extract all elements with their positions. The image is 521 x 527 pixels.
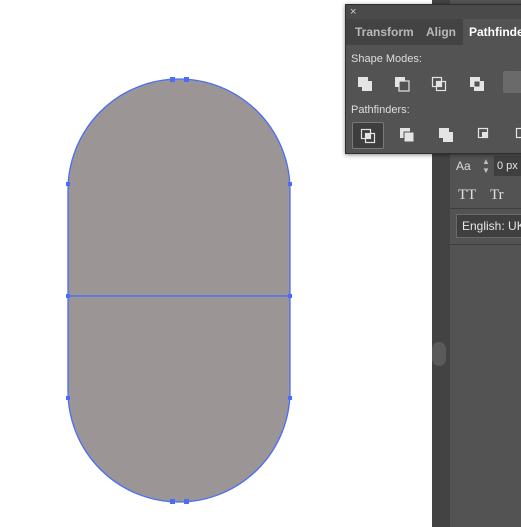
- capsule-bottom-half[interactable]: [67, 295, 291, 503]
- trim-button[interactable]: [392, 122, 422, 148]
- anchor-point: [66, 182, 70, 186]
- exclude-icon: [470, 77, 484, 91]
- anchor-point: [66, 396, 70, 400]
- exclude-button[interactable]: [462, 71, 492, 97]
- tracking-stepper[interactable]: ▲ ▼: [480, 157, 492, 177]
- unite-button[interactable]: [350, 71, 380, 97]
- anchor-point: [66, 294, 70, 298]
- anchor-point: [184, 499, 189, 504]
- tab-pathfinder[interactable]: Pathfinder: [463, 19, 521, 45]
- anchor-point: [288, 396, 292, 400]
- pathfinders-label: Pathfinders:: [351, 104, 410, 116]
- language-select[interactable]: English: UK: [456, 214, 521, 238]
- small-caps-button[interactable]: Tr: [490, 187, 504, 204]
- anchor-point: [288, 294, 292, 298]
- panel-drag-bar[interactable]: ×: [346, 5, 521, 19]
- panel-divider: [450, 244, 521, 245]
- outline-button[interactable]: [508, 122, 521, 148]
- outline-icon: [515, 127, 521, 139]
- all-caps-button[interactable]: TT: [458, 187, 476, 204]
- tracking-icon: Aa: [456, 159, 471, 173]
- trim-icon: [400, 128, 415, 143]
- divide-icon: [360, 128, 376, 144]
- divide-button[interactable]: [352, 122, 384, 149]
- tracking-row: Aa ▲ ▼ 0 px: [450, 153, 521, 183]
- minus-front-icon: [395, 77, 410, 92]
- shape-modes-label: Shape Modes:: [351, 53, 422, 65]
- anchor-point: [288, 182, 292, 186]
- tracking-input[interactable]: 0 px: [494, 156, 521, 176]
- anchor-point: [170, 499, 175, 504]
- panel-divider: [450, 208, 521, 209]
- expand-button[interactable]: [503, 71, 521, 93]
- crop-button[interactable]: [470, 122, 500, 148]
- tab-transform[interactable]: Transform: [349, 19, 420, 45]
- merge-icon: [439, 128, 453, 142]
- close-icon[interactable]: ×: [350, 5, 356, 19]
- scrollbar-thumb[interactable]: [432, 342, 446, 366]
- intersect-button[interactable]: [424, 71, 454, 97]
- crop-icon: [477, 127, 489, 139]
- unite-icon: [358, 77, 372, 91]
- anchor-point: [184, 77, 189, 82]
- panel-tab-bar: Transform Align Pathfinder: [346, 19, 521, 45]
- pathfinder-panel: × Transform Align Pathfinder Shape Modes…: [345, 4, 521, 154]
- minus-front-button[interactable]: [387, 71, 417, 97]
- merge-button[interactable]: [431, 122, 461, 148]
- tab-align[interactable]: Align: [420, 19, 462, 45]
- capsule-top-half[interactable]: [67, 78, 291, 297]
- anchor-point: [170, 77, 175, 82]
- intersect-icon: [431, 76, 447, 92]
